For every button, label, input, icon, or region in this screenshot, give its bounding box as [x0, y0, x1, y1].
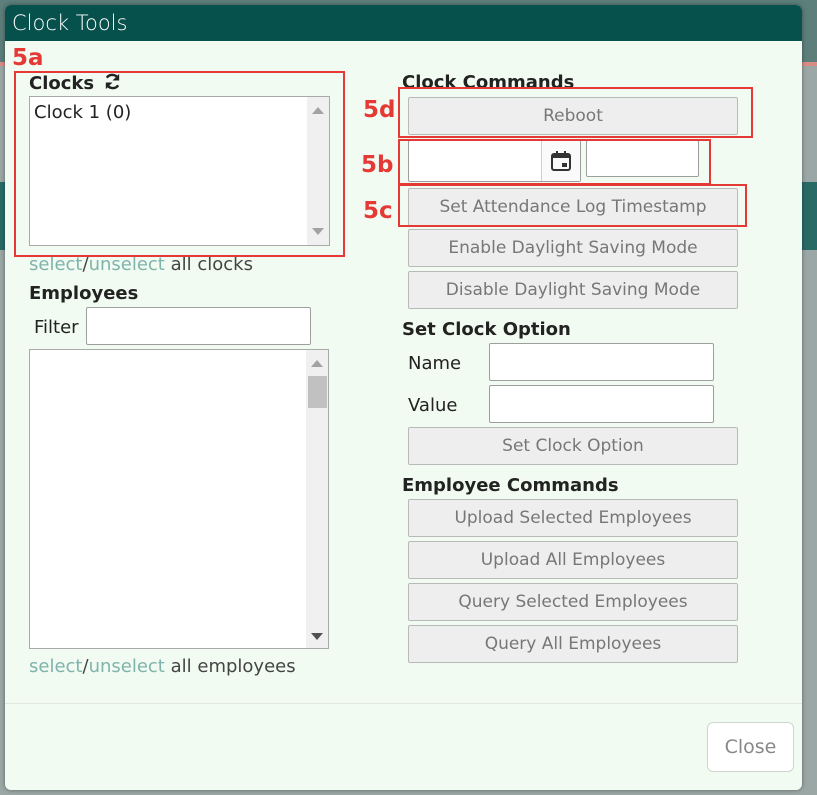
option-name-label: Name [408, 353, 462, 374]
scroll-up-arrow-icon[interactable] [311, 360, 323, 367]
dialog-title: Clock Tools [12, 11, 128, 35]
upload-selected-employees-button[interactable]: Upload Selected Employees [408, 499, 738, 537]
disable-daylight-saving-button[interactable]: Disable Daylight Saving Mode [408, 271, 738, 309]
employee-commands-heading: Employee Commands [402, 475, 619, 496]
scroll-down-arrow-icon[interactable] [311, 633, 323, 640]
annotation-box-5a [14, 71, 345, 257]
employees-listbox[interactable] [29, 349, 329, 649]
option-value-label: Value [408, 395, 458, 416]
unselect-all-clocks-link[interactable]: unselect [89, 254, 165, 275]
select-all-employees-link[interactable]: select [29, 656, 82, 677]
query-selected-employees-button[interactable]: Query Selected Employees [408, 583, 738, 621]
clock-tools-dialog: Clock Tools Clocks Clock 1 (0) select/un… [5, 5, 802, 790]
unselect-all-employees-link[interactable]: unselect [89, 656, 165, 677]
close-button[interactable]: Close [707, 722, 794, 772]
dialog-titlebar: Clock Tools [5, 5, 802, 41]
clocks-select-links: select/unselect all clocks [29, 254, 253, 275]
annotation-label-5d: 5d [363, 97, 396, 123]
scrollbar-thumb[interactable] [308, 376, 327, 408]
annotation-label-5c: 5c [363, 198, 393, 224]
annotation-box-5b [398, 139, 711, 185]
upload-all-employees-button[interactable]: Upload All Employees [408, 541, 738, 579]
query-all-employees-button[interactable]: Query All Employees [408, 625, 738, 663]
set-clock-option-button[interactable]: Set Clock Option [408, 427, 738, 465]
footer-divider [5, 703, 802, 704]
employees-select-links: select/unselect all employees [29, 656, 296, 677]
employees-heading: Employees [29, 283, 139, 304]
option-value-input[interactable] [489, 385, 714, 423]
annotation-box-5c [398, 184, 747, 227]
employee-filter-label: Filter [34, 317, 79, 338]
set-clock-option-heading: Set Clock Option [402, 319, 571, 340]
clocks-links-suffix: all clocks [170, 254, 253, 275]
select-all-clocks-link[interactable]: select [29, 254, 82, 275]
employees-scrollbar[interactable] [306, 350, 328, 648]
employees-links-suffix: all employees [170, 656, 296, 677]
option-name-input[interactable] [489, 343, 714, 381]
annotation-box-5d [398, 87, 753, 138]
enable-daylight-saving-button[interactable]: Enable Daylight Saving Mode [408, 229, 738, 267]
annotation-label-5b: 5b [361, 152, 394, 178]
employee-filter-input[interactable] [86, 307, 311, 345]
annotation-label-5a: 5a [12, 45, 44, 71]
